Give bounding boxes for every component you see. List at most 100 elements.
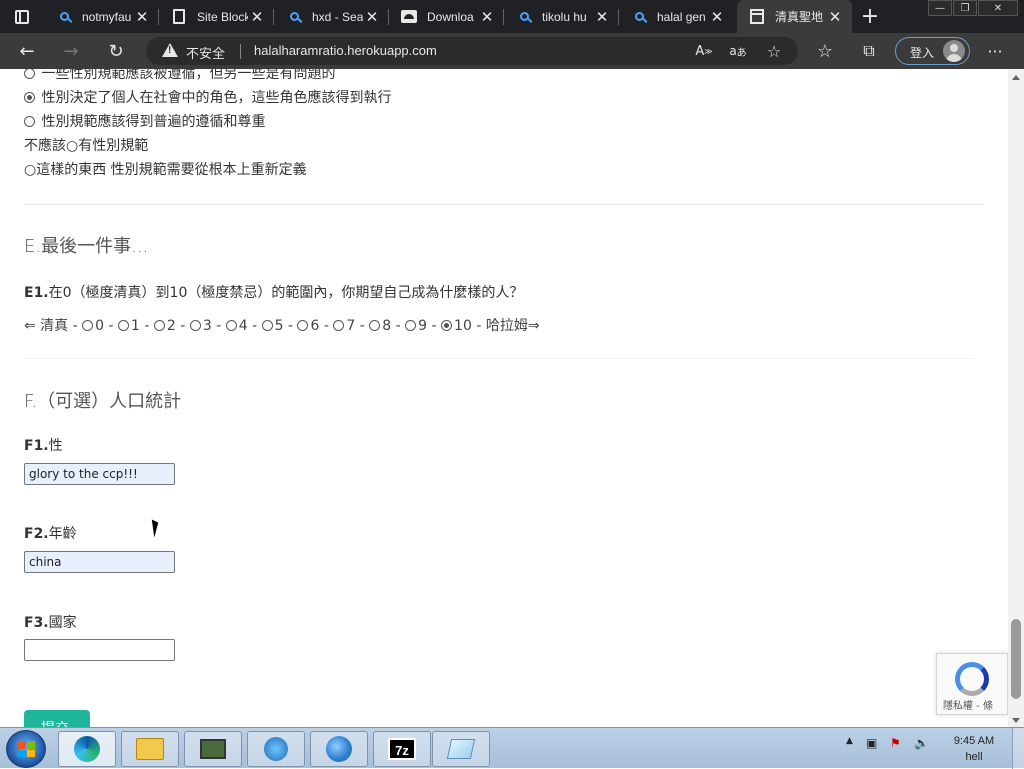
scale-option-7[interactable]: 7 - (333, 318, 365, 334)
settings-more-button[interactable]: ··· (978, 33, 1012, 69)
scale-option-0[interactable]: 0 - (82, 318, 114, 334)
tab-download[interactable]: Downloa ✕ (389, 0, 504, 33)
arrow-left-icon: ← (19, 40, 35, 62)
scrollbar-thumb[interactable] (1011, 619, 1021, 699)
age-field[interactable] (24, 551, 175, 573)
tab-strip: notmyfau ✕ Site Block ✕ hxd - Sea ✕ Down… (0, 0, 1024, 33)
arrow-right-icon: → (63, 40, 79, 62)
close-tab-icon[interactable]: ✕ (133, 8, 151, 26)
clock[interactable]: 9:45 AM hell (948, 733, 1000, 765)
insecure-label[interactable]: 不安全 (186, 43, 225, 62)
radio-button[interactable] (24, 116, 35, 127)
recaptcha-icon (955, 662, 989, 696)
radio-option-no-norms-line2[interactable]: ○這樣的東西 性別規範需要從根本上重新定義 (24, 159, 307, 179)
new-tab-button[interactable]: + (856, 0, 884, 33)
notepad-icon[interactable] (432, 731, 490, 767)
vertical-scrollbar[interactable] (1008, 69, 1024, 727)
device-manager-icon[interactable] (184, 731, 242, 767)
radio-option-universal-norms[interactable]: 性別規範應該得到普遍的遵循和尊重 (24, 111, 265, 131)
country-field[interactable] (24, 639, 175, 661)
close-tab-icon[interactable]: ✕ (826, 8, 844, 26)
page-viewport: 一些性別規範應該被遵循，但另一些是有問題的 性別決定了個人在社會中的角色，這些角… (0, 69, 1008, 727)
close-tab-icon[interactable]: ✕ (478, 8, 496, 26)
search-icon (286, 9, 302, 25)
radio-button-selected[interactable] (24, 92, 35, 103)
show-hidden-icons-icon[interactable]: ▲ (846, 736, 853, 746)
sign-in-button[interactable]: 登入 (895, 37, 970, 65)
radio-button[interactable] (24, 69, 35, 79)
radio-option-some-norms[interactable]: 一些性別規範應該被遵循，但另一些是有問題的 (24, 69, 335, 83)
close-tab-icon[interactable]: ✕ (363, 8, 381, 26)
url-text[interactable]: halalharamratio.herokuapp.com (254, 43, 437, 58)
tab-halal-gen[interactable]: halal gen ✕ (619, 0, 734, 33)
recaptcha-privacy-link[interactable]: 隱私權 - 條 (943, 697, 993, 712)
refresh-button[interactable]: ↻ (99, 33, 133, 69)
warning-icon (162, 43, 178, 57)
favorites-button[interactable]: ☆ (808, 33, 842, 69)
refresh-icon: ↻ (108, 40, 124, 62)
minimize-button[interactable]: — (928, 0, 952, 16)
read-aloud-icon[interactable]: A ≫ (694, 41, 714, 61)
tab-actions-button[interactable] (0, 0, 44, 33)
tab-title: halal gen (657, 9, 706, 24)
tab-active-page[interactable]: 清真聖地 ✕ (737, 0, 852, 33)
halal-haram-scale: ⇐ 清真 - 0 - 1 - 2 - 3 - 4 - 5 - 6 - 7 - 8… (24, 315, 540, 335)
scroll-up-icon[interactable] (1012, 75, 1020, 80)
tab-hxd-search[interactable]: hxd - Sea ✕ (274, 0, 389, 33)
scale-option-4[interactable]: 4 - (225, 318, 257, 334)
translate-icon[interactable]: aあ (728, 41, 748, 61)
start-button[interactable] (6, 730, 46, 768)
scale-option-3[interactable]: 3 - (189, 318, 221, 334)
mouse-cursor-icon (151, 518, 161, 538)
network-icon[interactable]: ▣ (866, 736, 877, 750)
scroll-down-icon[interactable] (1012, 718, 1020, 723)
scale-option-1[interactable]: 1 - (118, 318, 149, 334)
question-f1-label: F1.性 (24, 438, 63, 454)
tab-notmyfau[interactable]: notmyfau ✕ (44, 0, 159, 33)
question-f3-label: F3.國家 (24, 615, 77, 631)
back-button[interactable]: ← (10, 33, 44, 69)
collections-button[interactable]: ⧉ (852, 33, 886, 69)
divider (24, 358, 974, 359)
search-icon (516, 9, 532, 25)
file-explorer-icon[interactable] (121, 731, 179, 767)
action-center-icon[interactable]: ⚑ (890, 736, 901, 750)
recaptcha-badge[interactable]: 隱私權 - 條 (936, 653, 1008, 715)
network-task-icon[interactable] (247, 731, 305, 767)
radio-option-no-norms-line1[interactable]: 不應該○有性別規範 (24, 135, 148, 155)
edge-icon[interactable] (58, 731, 116, 767)
gender-field[interactable] (24, 463, 175, 485)
scale-option-5[interactable]: 5 - (261, 318, 293, 334)
radio-option-gender-roles[interactable]: 性別決定了個人在社會中的角色，這些角色應該得到執行 (24, 87, 391, 107)
scale-option-10[interactable]: 10 (441, 318, 472, 334)
tab-actions-icon (15, 9, 29, 24)
close-tab-icon[interactable]: ✕ (593, 8, 611, 26)
close-tab-icon[interactable]: ✕ (248, 8, 266, 26)
show-desktop-button[interactable] (1012, 728, 1024, 769)
section-e-title: E.最後一件事... (24, 236, 149, 257)
close-tab-icon[interactable]: ✕ (708, 8, 726, 26)
restore-button[interactable]: ❐ (953, 0, 977, 16)
forward-button[interactable]: → (54, 33, 88, 69)
scale-option-8[interactable]: 8 - (369, 318, 401, 334)
7zip-icon[interactable]: 7z (373, 731, 431, 767)
scale-option-6[interactable]: 6 - (297, 318, 329, 334)
internet-globe-icon[interactable] (310, 731, 368, 767)
tab-tikolu[interactable]: tikolu hu ✕ (504, 0, 619, 33)
scale-option-2[interactable]: 2 - (153, 318, 185, 334)
close-window-button[interactable]: ✕ (978, 0, 1018, 16)
document-icon (171, 9, 187, 25)
browser-toolbar: ← → ↻ 不安全 halalharamratio.herokuapp.com … (0, 33, 1024, 69)
submit-button[interactable]: 提交 (24, 710, 90, 727)
tab-title: tikolu hu (542, 9, 587, 24)
scale-option-9[interactable]: 9 - (405, 318, 437, 334)
volume-icon[interactable]: 🔈 (914, 736, 929, 750)
add-favorite-icon[interactable]: ☆ (764, 41, 784, 61)
tab-title: notmyfau (82, 9, 132, 24)
scale-left-label: ⇐ 清真 - (24, 318, 78, 334)
address-bar[interactable]: 不安全 halalharamratio.herokuapp.com A≫ aあ … (146, 37, 798, 65)
tab-site-block[interactable]: Site Block ✕ (159, 0, 274, 33)
clock-user: hell (965, 751, 983, 763)
favorites-icon: ☆ (816, 40, 834, 62)
windows-logo-icon (17, 741, 35, 757)
